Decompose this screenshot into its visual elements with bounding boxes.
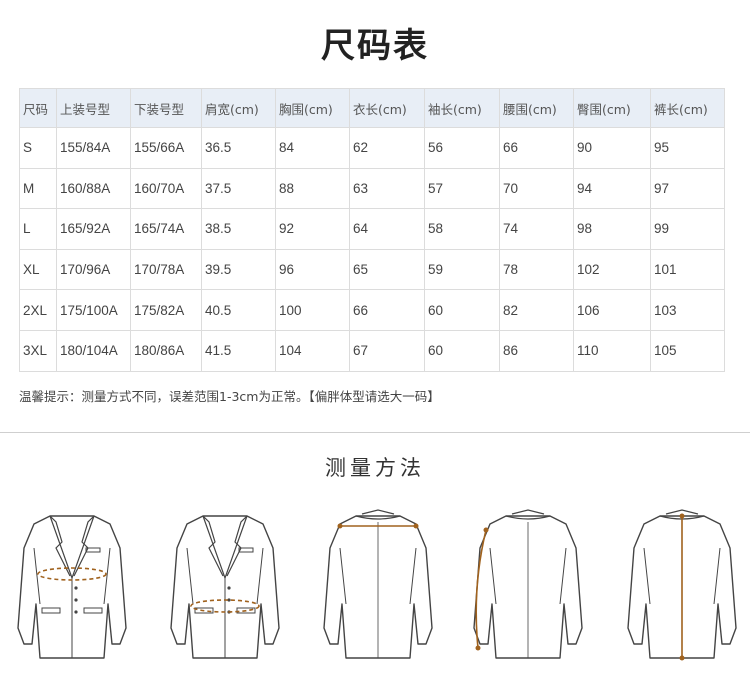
table-cell: 175/82A: [130, 289, 202, 331]
table-cell: 65: [349, 248, 425, 291]
table-header-cell: 袖长(cm): [424, 88, 500, 128]
table-cell: 88: [275, 167, 350, 210]
measure-end: [475, 645, 481, 651]
table-cell: XL: [19, 248, 57, 291]
table-cell: 106: [573, 289, 651, 331]
table-row: XL 170/96A 170/78A 39.5 96 65 59 78 102 101: [19, 248, 725, 291]
table-cell: 104: [275, 329, 350, 372]
table-cell: 36.5: [201, 127, 276, 169]
table-cell: M: [19, 167, 57, 210]
table-header-cell: 胸围(cm): [275, 88, 350, 128]
table-cell: 64: [349, 208, 425, 250]
table-cell: 78: [499, 248, 574, 291]
measure-end: [413, 523, 419, 529]
table-cell: 63: [349, 167, 425, 210]
table-cell: 66: [349, 289, 425, 331]
table-cell: 3XL: [19, 329, 57, 372]
table-cell: 70: [499, 167, 574, 210]
table-cell: 155/66A: [130, 127, 202, 169]
table-header-cell: 上装号型: [56, 88, 131, 128]
table-cell: 95: [650, 127, 725, 169]
size-table: 尺码 上装号型 下装号型 肩宽(cm) 胸围(cm) 衣长(cm) 袖长(cm) 腰围(cm)…: [19, 88, 725, 372]
table-cell: 105: [650, 329, 725, 372]
shoulder-measure-figure: [323, 509, 433, 659]
table-cell: 160/88A: [56, 167, 131, 210]
table-cell: 180/104A: [56, 329, 131, 372]
table-cell: 62: [349, 127, 425, 169]
table-cell: 57: [424, 167, 500, 210]
table-cell: S: [19, 127, 57, 169]
table-cell: 103: [650, 289, 725, 331]
table-cell: 165/92A: [56, 208, 131, 250]
table-cell: 40.5: [201, 289, 276, 331]
table-cell: 160/70A: [130, 167, 202, 210]
table-cell: 2XL: [19, 289, 57, 331]
table-cell: 39.5: [201, 248, 276, 291]
table-cell: 59: [424, 248, 500, 291]
measure-figures: [0, 508, 750, 668]
chest-measure-figure: [17, 515, 127, 659]
size-tip: 温馨提示：测量方式不同，误差范围1-3cm为正常。【偏胖体型请选大一码】: [19, 389, 440, 404]
table-header-cell: 臀围(cm): [573, 88, 651, 128]
button: [227, 586, 231, 590]
table-row: 2XL 175/100A 175/82A 40.5 100 66 60 82 106 103: [19, 289, 725, 331]
table-cell: 165/74A: [130, 208, 202, 250]
table-cell: 84: [275, 127, 350, 169]
table-cell: 110: [573, 329, 651, 372]
table-cell: 58: [424, 208, 500, 250]
method-title: 测量方法: [325, 456, 425, 480]
table-cell: 60: [424, 289, 500, 331]
table-header-cell: 裤长(cm): [650, 88, 725, 128]
measure-end: [679, 655, 685, 661]
table-cell: 99: [650, 208, 725, 250]
table-cell: 100: [275, 289, 350, 331]
page-title: 尺码表: [321, 26, 429, 66]
table-header-cell: 腰围(cm): [499, 88, 574, 128]
table-cell: L: [19, 208, 57, 250]
button: [74, 598, 78, 602]
table-cell: 92: [275, 208, 350, 250]
table-row: 3XL 180/104A 180/86A 41.5 104 67 60 86 110 105: [19, 329, 725, 372]
table-cell: 56: [424, 127, 500, 169]
table-cell: 90: [573, 127, 651, 169]
button: [74, 586, 78, 590]
table-cell: 170/96A: [56, 248, 131, 291]
table-cell: 180/86A: [130, 329, 202, 372]
table-cell: 38.5: [201, 208, 276, 250]
table-cell: 60: [424, 329, 500, 372]
table-header-row: 尺码 上装号型 下装号型 肩宽(cm) 胸围(cm) 衣长(cm) 袖长(cm) 腰围(cm)…: [19, 88, 725, 128]
waist-measure-figure: [170, 515, 280, 659]
table-header-cell: 尺码: [19, 88, 57, 128]
measure-end: [679, 513, 685, 519]
table-cell: 86: [499, 329, 574, 372]
table-cell: 97: [650, 167, 725, 210]
table-cell: 170/78A: [130, 248, 202, 291]
table-header-cell: 衣长(cm): [349, 88, 425, 128]
table-cell: 98: [573, 208, 651, 250]
table-cell: 175/100A: [56, 289, 131, 331]
table-header-cell: 肩宽(cm): [201, 88, 276, 128]
measure-end: [337, 523, 343, 529]
table-cell: 94: [573, 167, 651, 210]
table-cell: 67: [349, 329, 425, 372]
table-cell: 41.5: [201, 329, 276, 372]
length-measure-figure: [627, 509, 737, 661]
table-cell: 74: [499, 208, 574, 250]
table-cell: 82: [499, 289, 574, 331]
table-cell: 155/84A: [56, 127, 131, 169]
sleeve-measure-figure: [473, 509, 583, 659]
table-cell: 102: [573, 248, 651, 291]
table-cell: 101: [650, 248, 725, 291]
table-row: L 165/92A 165/74A 38.5 92 64 58 74 98 99: [19, 208, 725, 250]
table-row: S 155/84A 155/66A 36.5 84 62 56 66 90 95: [19, 127, 725, 169]
table-header-cell: 下装号型: [130, 88, 202, 128]
table-cell: 96: [275, 248, 350, 291]
section-divider: [0, 432, 750, 433]
table-row: M 160/88A 160/70A 37.5 88 63 57 70 94 97: [19, 167, 725, 210]
measure-end: [483, 527, 489, 533]
button: [74, 610, 78, 614]
table-cell: 66: [499, 127, 574, 169]
table-cell: 37.5: [201, 167, 276, 210]
